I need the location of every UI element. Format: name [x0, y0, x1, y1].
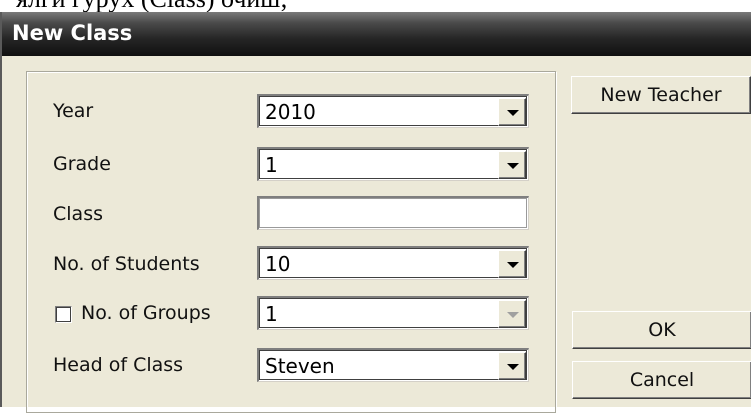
dialog-content: Year 2010 Grade 1 Class No. of Students …	[2, 56, 751, 413]
new-teacher-button[interactable]: New Teacher	[571, 76, 751, 114]
students-dropdown-button[interactable]	[498, 250, 526, 278]
students-select[interactable]: 10	[257, 246, 529, 280]
chevron-down-icon	[507, 110, 519, 116]
head-value: Steven	[265, 354, 335, 378]
title-bar[interactable]: New Class	[2, 12, 751, 56]
groups-checkbox[interactable]	[55, 306, 72, 323]
class-input[interactable]	[257, 196, 529, 230]
groups-value: 1	[265, 302, 278, 326]
year-label: Year	[53, 100, 94, 122]
chevron-down-icon	[507, 364, 519, 370]
window-title: New Class	[12, 21, 133, 45]
grade-dropdown-button[interactable]	[498, 151, 526, 179]
head-select[interactable]: Steven	[257, 348, 529, 382]
year-select[interactable]: 2010	[257, 94, 529, 128]
cancel-button[interactable]: Cancel	[572, 361, 751, 399]
grade-value: 1	[265, 153, 278, 177]
class-label: Class	[53, 203, 103, 225]
students-label: No. of Students	[53, 253, 200, 275]
grade-label: Grade	[53, 153, 111, 175]
chevron-down-icon	[507, 262, 519, 268]
groups-select[interactable]: 1	[257, 296, 529, 330]
groups-dropdown-button[interactable]	[498, 300, 526, 328]
year-value: 2010	[265, 100, 316, 124]
grade-select[interactable]: 1	[257, 147, 529, 181]
head-label: Head of Class	[53, 354, 184, 376]
students-value: 10	[265, 252, 291, 276]
new-class-dialog: New Class Year 2010 Grade 1 Class No. of…	[0, 12, 751, 413]
chevron-down-icon	[507, 312, 519, 318]
groups-label: No. of Groups	[81, 302, 211, 324]
ok-button[interactable]: OK	[572, 311, 751, 349]
head-dropdown-button[interactable]	[498, 352, 526, 380]
chevron-down-icon	[507, 163, 519, 169]
year-dropdown-button[interactable]	[498, 98, 526, 126]
